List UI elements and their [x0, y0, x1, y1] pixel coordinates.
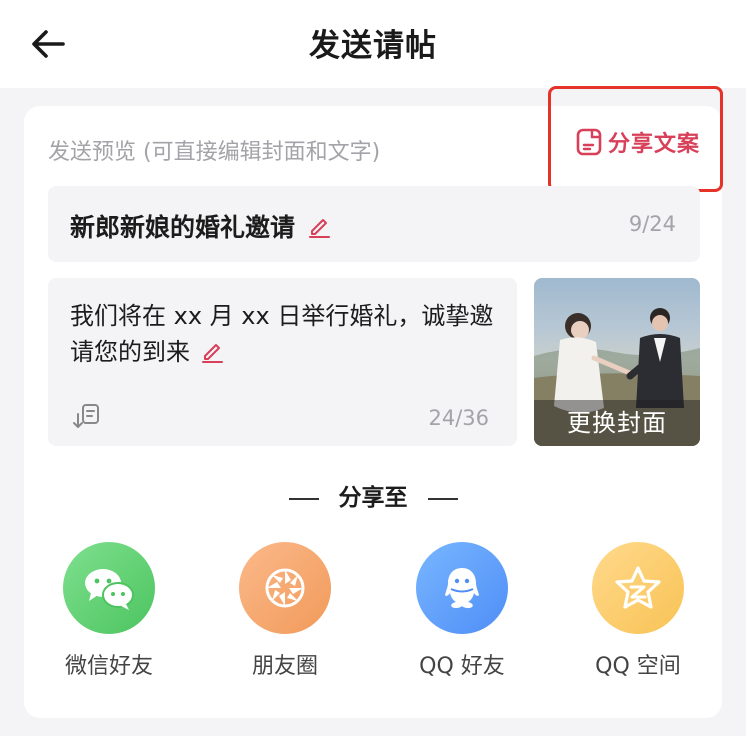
share-copy-button[interactable]: 分享文案 [548, 86, 723, 192]
invitation-body-text: 我们将在 xx 月 xx 日举行婚礼，诚挚邀请您的到来 [70, 302, 494, 366]
share-moments-button[interactable]: 朋友圈 [210, 542, 360, 680]
invitation-title-field[interactable]: 新郎新娘的婚礼邀请 9/24 [48, 186, 700, 262]
edit-pencil-icon[interactable] [200, 339, 224, 363]
wechat-icon [85, 569, 134, 610]
qzone-icon [615, 566, 661, 609]
qzone-circle [592, 542, 684, 634]
title-char-count: 9/24 [628, 212, 676, 236]
moments-icon [265, 568, 305, 608]
share-copy-label: 分享文案 [608, 132, 701, 157]
share-wechat-label: 微信好友 [64, 654, 153, 679]
qq-circle [416, 542, 508, 634]
share-qzone-label: QQ 空间 [595, 654, 681, 679]
preview-label: 发送预览 (可直接编辑封面和文字) [48, 140, 381, 165]
share-qq-button[interactable]: QQ 好友 [387, 542, 537, 680]
share-section-heading: 分享至 [24, 478, 722, 512]
share-moments-label: 朋友圈 [251, 654, 318, 679]
body-char-count: 24/36 [428, 406, 489, 430]
page-title: 发送请帖 [309, 28, 437, 64]
invitation-body-field[interactable]: 我们将在 xx 月 xx 日举行婚礼，诚挚邀请您的到来 24/36 [48, 278, 517, 446]
qq-icon [445, 568, 479, 609]
change-cover-button[interactable]: 更换封面 [534, 403, 700, 438]
share-section-label: 分享至 [338, 485, 408, 511]
invitation-title-text: 新郎新娘的婚礼邀请 [70, 213, 296, 242]
wechat-circle [63, 542, 155, 634]
template-switch-icon[interactable] [72, 402, 102, 432]
share-qq-label: QQ 好友 [419, 654, 505, 679]
edit-pencil-icon[interactable] [307, 214, 331, 238]
invitation-card: 发送预览 (可直接编辑封面和文字) 分享文案 新郎新娘的婚礼邀请 9/24 我们… [24, 86, 723, 718]
document-icon [576, 128, 602, 156]
moments-circle [239, 542, 331, 634]
share-wechat-button[interactable]: 微信好友 [34, 542, 184, 680]
cover-image[interactable]: 更换封面 [534, 278, 700, 446]
top-bar: 发送请帖 [0, 0, 746, 88]
divider [427, 497, 458, 500]
divider [288, 497, 319, 500]
share-qzone-button[interactable]: QQ 空间 [563, 542, 713, 680]
